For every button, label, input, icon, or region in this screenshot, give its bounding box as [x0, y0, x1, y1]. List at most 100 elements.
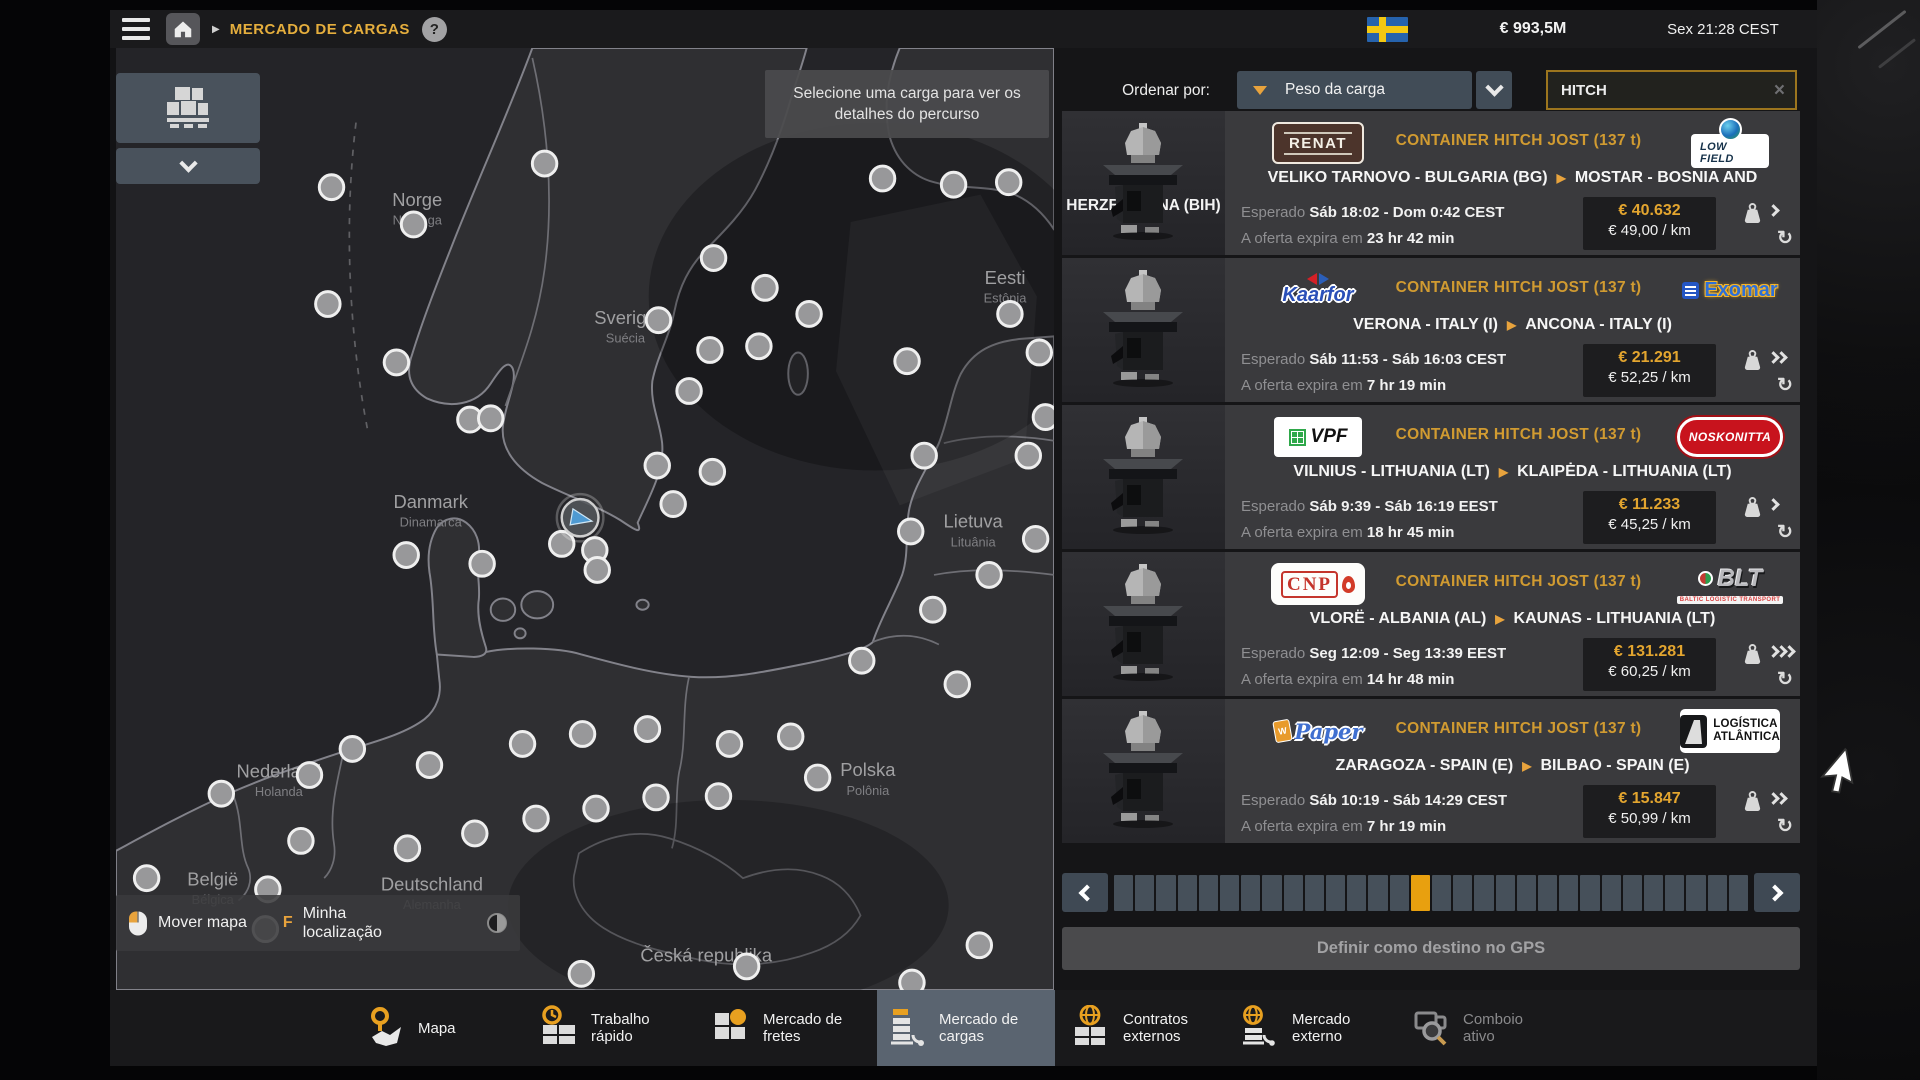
cargo-offer-row[interactable]: HERZEGOVINA (BIH) RENAT CONTAINER HI — [1062, 111, 1800, 255]
city-dot[interactable] — [289, 828, 313, 853]
city-dot[interactable] — [898, 519, 922, 544]
city-dot[interactable] — [747, 334, 771, 359]
city-dot[interactable] — [478, 406, 502, 431]
search-input[interactable] — [1548, 82, 1764, 99]
set-gps-destination-button[interactable]: Definir como destino no GPS — [1062, 927, 1800, 970]
page-segment[interactable] — [1729, 875, 1748, 911]
city-dot[interactable] — [921, 597, 945, 622]
page-segment[interactable] — [1326, 875, 1345, 911]
page-segment[interactable] — [1390, 875, 1409, 911]
city-dot[interactable] — [645, 453, 669, 478]
page-segment[interactable] — [1665, 875, 1684, 911]
nav-item-mercado-de-fretes[interactable]: Mercado de fretes — [711, 990, 855, 1066]
location-toggle-icon[interactable] — [486, 912, 508, 934]
city-dot[interactable] — [470, 551, 494, 576]
page-segment[interactable] — [1114, 875, 1133, 911]
page-segment[interactable] — [1644, 875, 1663, 911]
page-segment[interactable] — [1496, 875, 1515, 911]
city-dot[interactable] — [134, 866, 158, 891]
city-dot[interactable] — [706, 784, 730, 809]
page-segment[interactable] — [1347, 875, 1366, 911]
city-dot[interactable] — [967, 933, 991, 958]
cargo-type-filter-button[interactable] — [116, 73, 260, 143]
city-dot[interactable] — [661, 492, 685, 517]
page-segment[interactable] — [1453, 875, 1472, 911]
city-dot[interactable] — [1016, 443, 1040, 468]
city-dot[interactable] — [870, 166, 894, 191]
city-dot[interactable] — [532, 151, 556, 176]
nav-item-mercado-externo[interactable]: Mercado externo — [1240, 990, 1384, 1066]
cargo-offer-row[interactable]: CNP CONTAINER HITCH JOST (137 t) BLTBALT… — [1062, 552, 1800, 696]
city-dot[interactable] — [394, 543, 418, 568]
home-button[interactable] — [166, 13, 200, 45]
cargo-offer-row[interactable]: Kaarfor CONTAINER HITCH JOST (137 t) Exo… — [1062, 258, 1800, 402]
page-segment[interactable] — [1602, 875, 1621, 911]
page-segment[interactable] — [1517, 875, 1536, 911]
city-dot[interactable] — [977, 562, 1001, 587]
collapse-filter-button[interactable] — [116, 148, 260, 184]
page-segment[interactable] — [1368, 875, 1387, 911]
nav-item-mapa[interactable]: Mapa — [366, 990, 468, 1066]
city-dot[interactable] — [700, 459, 724, 484]
city-dot[interactable] — [734, 954, 758, 979]
city-dot[interactable] — [1027, 340, 1051, 365]
city-dot[interactable] — [297, 763, 321, 788]
page-segment-active[interactable] — [1411, 875, 1430, 911]
city-dot[interactable] — [805, 765, 829, 790]
city-dot[interactable] — [698, 338, 722, 363]
page-segment[interactable] — [1156, 875, 1175, 911]
city-dot[interactable] — [316, 292, 340, 317]
nav-item-contratos-externos[interactable]: Contratos externos — [1071, 990, 1215, 1066]
city-dot[interactable] — [850, 648, 874, 673]
page-segment[interactable] — [1220, 875, 1239, 911]
page-segment[interactable] — [1559, 875, 1578, 911]
help-button[interactable]: ? — [422, 17, 447, 42]
city-dot[interactable] — [778, 724, 802, 749]
sort-dropdown[interactable]: Peso da carga — [1237, 71, 1472, 109]
previous-page-button[interactable] — [1062, 873, 1108, 912]
city-dot[interactable] — [417, 753, 441, 778]
city-dot[interactable] — [701, 246, 725, 271]
sort-open-button[interactable] — [1476, 71, 1512, 109]
cargo-offer-row[interactable]: WPaper CONTAINER HITCH JOST (137 t) LOGÍ… — [1062, 699, 1800, 843]
city-dot[interactable] — [900, 970, 924, 990]
page-segment[interactable] — [1623, 875, 1642, 911]
city-dot[interactable] — [635, 717, 659, 742]
city-dot[interactable] — [549, 531, 573, 556]
city-dot[interactable] — [912, 443, 936, 468]
cargo-offer-row[interactable]: VPF CONTAINER HITCH JOST (137 t) NOSKONI… — [1062, 405, 1800, 549]
clear-search-icon[interactable]: × — [1764, 81, 1795, 100]
city-dot[interactable] — [395, 836, 419, 861]
city-dot[interactable] — [463, 821, 487, 846]
nav-item-trabalho-r-pido[interactable]: Trabalho rápido — [539, 990, 683, 1066]
city-dot[interactable] — [1033, 405, 1054, 430]
page-segment[interactable] — [1432, 875, 1451, 911]
city-dot[interactable] — [319, 175, 343, 200]
page-segment[interactable] — [1284, 875, 1303, 911]
city-dot[interactable] — [797, 302, 821, 327]
city-dot[interactable] — [646, 308, 670, 333]
next-page-button[interactable] — [1754, 873, 1800, 912]
city-dot[interactable] — [524, 806, 548, 831]
page-segment[interactable] — [1241, 875, 1260, 911]
menu-icon[interactable] — [122, 18, 150, 40]
city-dot[interactable] — [644, 785, 668, 810]
nav-item-mercado-de-cargas[interactable]: Mercado de cargas — [887, 990, 1031, 1066]
city-dot[interactable] — [895, 349, 919, 374]
page-segment[interactable] — [1580, 875, 1599, 911]
city-dot[interactable] — [996, 170, 1020, 195]
city-dot[interactable] — [510, 732, 534, 757]
city-dot[interactable] — [384, 350, 408, 375]
page-segment[interactable] — [1686, 875, 1705, 911]
city-dot[interactable] — [998, 302, 1022, 327]
city-dot[interactable] — [941, 172, 965, 197]
page-segment[interactable] — [1305, 875, 1324, 911]
city-dot[interactable] — [570, 722, 594, 747]
city-dot[interactable] — [340, 736, 364, 761]
city-dot[interactable] — [1023, 526, 1047, 551]
page-segment[interactable] — [1262, 875, 1281, 911]
city-dot[interactable] — [401, 212, 425, 237]
city-dot[interactable] — [717, 732, 741, 757]
page-segment[interactable] — [1708, 875, 1727, 911]
page-segment[interactable] — [1538, 875, 1557, 911]
